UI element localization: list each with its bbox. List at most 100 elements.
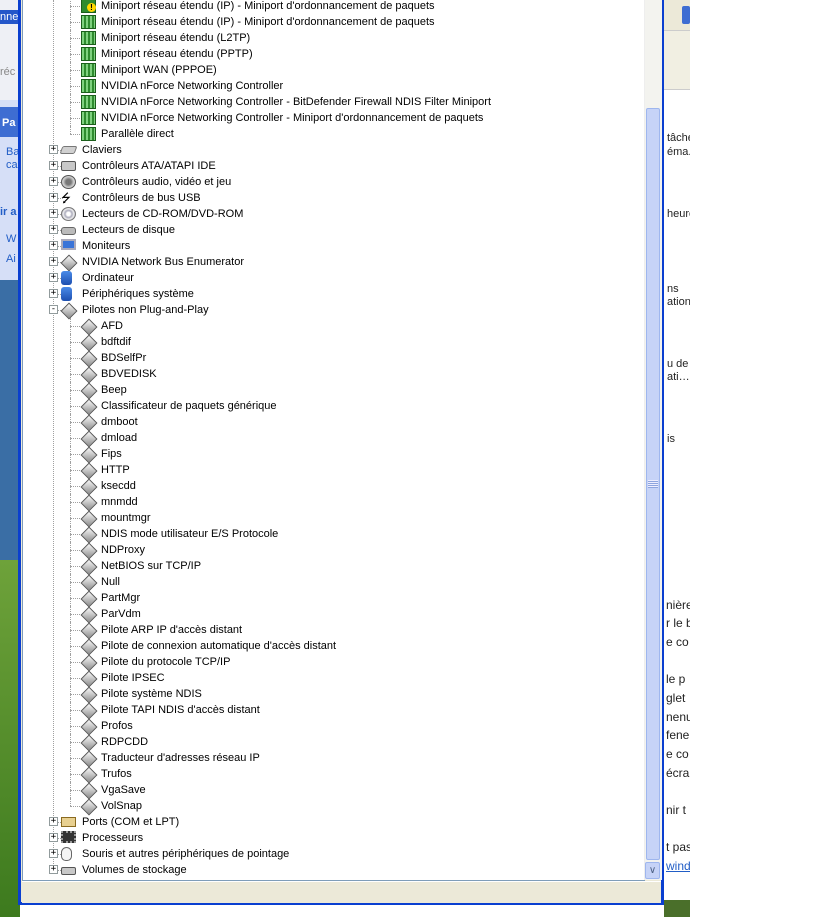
background-window-toolbar-strip: [664, 30, 690, 90]
tree-category-item[interactable]: + Ordinateur: [23, 270, 643, 286]
expand-icon[interactable]: +: [49, 833, 58, 842]
tree-device-item[interactable]: mnmdd: [23, 494, 643, 512]
tree-device-item[interactable]: Profos: [23, 718, 643, 736]
tree-category-item[interactable]: + Lecteurs de disque: [23, 222, 643, 238]
background-text-fragment: tâche: [667, 132, 690, 144]
tree-item-label: VgaSave: [101, 784, 146, 796]
tree-device-item[interactable]: ParVdm: [23, 606, 643, 624]
tree-category-item[interactable]: + Contrôleurs ATA/ATAPI IDE: [23, 158, 643, 174]
tree-device-item[interactable]: Pilote TAPI NDIS d'accès distant: [23, 702, 643, 720]
tree-device-item[interactable]: Null: [23, 574, 643, 592]
expand-icon[interactable]: +: [49, 273, 58, 282]
tree-device-item[interactable]: mountmgr: [23, 510, 643, 528]
expand-icon[interactable]: +: [49, 241, 58, 250]
tree-device-item[interactable]: NVIDIA nForce Networking Controller - Bi…: [23, 94, 643, 110]
tree-connector-line: [70, 686, 71, 702]
expand-icon[interactable]: +: [49, 849, 58, 858]
tree-connector-line: [70, 806, 80, 807]
tree-category-item[interactable]: + Volumes de stockage: [23, 862, 643, 878]
tree-category-item[interactable]: + NVIDIA Network Bus Enumerator: [23, 254, 643, 272]
tree-item-label: VolSnap: [101, 800, 142, 812]
tree-category-item[interactable]: + ⭍ Contrôleurs de bus USB: [23, 190, 643, 206]
tree-category-item[interactable]: + Souris et autres périphériques de point…: [23, 846, 643, 862]
audio-icon: [61, 175, 76, 189]
expand-icon[interactable]: +: [49, 225, 58, 234]
tree-device-item[interactable]: dmload: [23, 430, 643, 448]
tree-category-item[interactable]: + Lecteurs de CD-ROM/DVD-ROM: [23, 206, 643, 222]
tree-device-item[interactable]: Miniport réseau étendu (L2TP): [23, 30, 643, 46]
expand-icon[interactable]: +: [49, 817, 58, 826]
tree-device-item[interactable]: Miniport réseau étendu (IP) - Miniport d…: [23, 14, 643, 30]
tree-device-item[interactable]: Parallèle direct: [23, 126, 643, 142]
tree-connector-line: [70, 318, 71, 334]
device-icon: [80, 350, 98, 368]
tree-connector-line: [70, 326, 80, 327]
tree-item-label: Beep: [101, 384, 127, 396]
expand-icon[interactable]: +: [49, 177, 58, 186]
tree-category-item[interactable]: + Ports (COM et LPT): [23, 814, 643, 830]
tree-connector-line: [70, 358, 80, 359]
tree-item-label: mountmgr: [101, 512, 151, 524]
tree-device-item[interactable]: Pilote du protocole TCP/IP: [23, 654, 643, 672]
tree-device-item[interactable]: VolSnap: [23, 798, 643, 816]
scroll-down-button[interactable]: ∨: [645, 862, 660, 879]
tree-category-item[interactable]: + Processeurs: [23, 830, 643, 846]
tree-device-item[interactable]: PartMgr: [23, 590, 643, 608]
tree-category-item[interactable]: + Moniteurs: [23, 238, 643, 254]
tree-connector-line: [70, 662, 80, 663]
tree-device-item[interactable]: Classificateur de paquets générique: [23, 398, 643, 416]
device-icon: [80, 670, 98, 688]
expand-icon[interactable]: +: [49, 865, 58, 874]
tree-device-item[interactable]: BDSelfPr: [23, 350, 643, 368]
tree-device-item[interactable]: Miniport réseau étendu (PPTP): [23, 46, 643, 62]
tree-item-label: Miniport réseau étendu (PPTP): [101, 48, 253, 60]
tree-device-item[interactable]: ksecdd: [23, 478, 643, 496]
expand-icon[interactable]: +: [49, 257, 58, 266]
tree-device-item[interactable]: RDPCDD: [23, 734, 643, 752]
tree-device-item[interactable]: NVIDIA nForce Networking Controller - Mi…: [23, 110, 643, 126]
tree-device-item[interactable]: Pilote système NDIS: [23, 686, 643, 704]
tree-connector-line: [70, 574, 71, 590]
tree-category-item[interactable]: + Périphériques système: [23, 286, 643, 302]
expand-icon[interactable]: +: [49, 161, 58, 170]
tree-connector-line: [70, 758, 80, 759]
tree-item-label: NVIDIA nForce Networking Controller: [101, 80, 284, 92]
tree-item-label: Miniport réseau étendu (L2TP): [101, 32, 251, 44]
tree-device-item[interactable]: NDIS mode utilisateur E/S Protocole: [23, 526, 643, 544]
tree-connector-line: [70, 798, 71, 806]
tree-device-item[interactable]: Pilote de connexion automatique d'accès …: [23, 638, 643, 656]
background-text-fragment: réc: [0, 66, 16, 78]
background-text-fragment: ns: [667, 283, 679, 295]
tree-device-item[interactable]: Beep: [23, 382, 643, 400]
tree-category-item[interactable]: + Contrôleurs audio, vidéo et jeu: [23, 174, 643, 190]
background-text-fragment: glet: [666, 691, 686, 705]
tree-device-item[interactable]: Miniport réseau étendu (IP) - Miniport d…: [23, 0, 643, 14]
tree-device-item[interactable]: NetBIOS sur TCP/IP: [23, 558, 643, 576]
tree-connector-line: [70, 6, 80, 7]
tree-device-item[interactable]: AFD: [23, 318, 643, 336]
expand-icon[interactable]: +: [49, 193, 58, 202]
tree-device-item[interactable]: Traducteur d'adresses réseau IP: [23, 750, 643, 768]
device-tree[interactable]: Miniport réseau étendu (IP) - Miniport d…: [22, 0, 645, 881]
tree-device-item[interactable]: BDVEDISK: [23, 366, 643, 384]
expand-icon[interactable]: +: [49, 289, 58, 298]
tree-device-item[interactable]: bdftdif: [23, 334, 643, 352]
tree-device-item[interactable]: Trufos: [23, 766, 643, 784]
tree-device-item[interactable]: Pilote IPSEC: [23, 670, 643, 688]
tree-device-item[interactable]: NVIDIA nForce Networking Controller: [23, 78, 643, 94]
tree-device-item[interactable]: VgaSave: [23, 782, 643, 800]
expand-icon[interactable]: +: [49, 209, 58, 218]
tree-category-item[interactable]: - Pilotes non Plug-and-Play: [23, 302, 643, 320]
expand-icon[interactable]: +: [49, 145, 58, 154]
tree-device-item[interactable]: Pilote ARP IP d'accès distant: [23, 622, 643, 640]
tree-device-item[interactable]: HTTP: [23, 462, 643, 480]
tree-device-item[interactable]: Miniport WAN (PPPOE): [23, 62, 643, 78]
tree-connector-line: [70, 110, 71, 126]
collapse-icon[interactable]: -: [49, 305, 58, 314]
tree-device-item[interactable]: dmboot: [23, 414, 643, 432]
tree-category-item[interactable]: + Claviers: [23, 142, 643, 158]
tree-connector-line: [70, 390, 80, 391]
tree-device-item[interactable]: Fips: [23, 446, 643, 464]
tree-item-label: ParVdm: [101, 608, 141, 620]
tree-device-item[interactable]: NDProxy: [23, 542, 643, 560]
